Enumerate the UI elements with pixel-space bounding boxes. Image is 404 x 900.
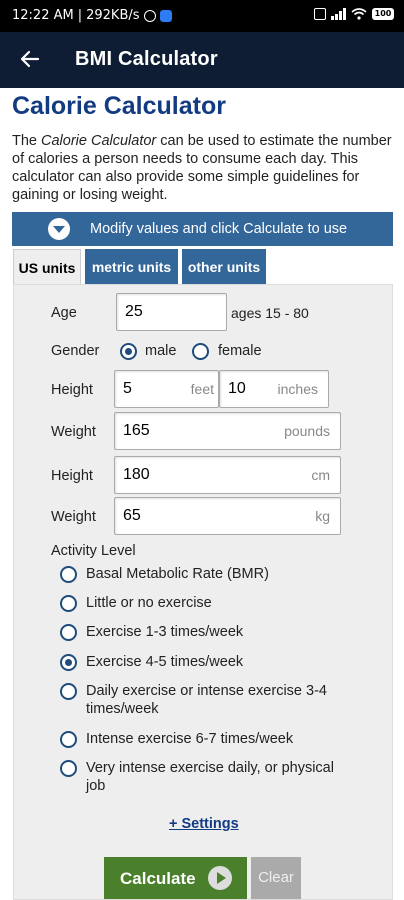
intro-paragraph: The Calorie Calculator can be used to es… <box>12 132 394 204</box>
height-inches-unit: inches <box>277 381 318 397</box>
back-arrow-icon[interactable] <box>18 47 42 71</box>
age-label: Age <box>51 305 77 321</box>
intro-prefix: The <box>12 133 42 149</box>
height-inches-input[interactable]: 10 inches <box>219 370 329 408</box>
settings-link[interactable]: + Settings <box>169 816 239 832</box>
calculator-form: Age 25 ages 15 - 80 Gender male female H… <box>13 284 393 900</box>
gender-female-label: female <box>218 343 262 359</box>
age-hint: ages 15 - 80 <box>231 305 309 321</box>
activity-radio-1-3[interactable] <box>60 624 77 641</box>
gender-male-label: male <box>145 343 177 359</box>
app-title: BMI Calculator <box>75 48 218 70</box>
weight-kg-unit: kg <box>315 508 330 524</box>
height-feet-unit: feet <box>190 381 214 397</box>
tab-us-units[interactable]: US units <box>13 249 81 285</box>
weight-us-label: Weight <box>51 424 96 440</box>
weight-kg-input[interactable]: 65 kg <box>114 497 341 535</box>
height-inches-value: 10 <box>228 380 246 397</box>
activity-label-very-intense: Very intense exercise daily, or physical… <box>86 760 334 794</box>
activity-label-daily: Daily exercise or intense exercise 3-4 t… <box>86 683 327 717</box>
tab-metric-units[interactable]: metric units <box>85 249 178 285</box>
age-input[interactable]: 25 <box>116 293 227 331</box>
activity-level-label: Activity Level <box>51 543 136 559</box>
modify-values-label: Modify values and click Calculate to use <box>90 221 348 237</box>
activity-label-bmr: Basal Metabolic Rate (BMR) <box>86 566 269 582</box>
gender-label: Gender <box>51 343 100 359</box>
chevron-down-icon <box>48 218 70 240</box>
modify-values-bar[interactable]: Modify values and click Calculate to use <box>12 212 393 246</box>
clear-button[interactable]: Clear <box>251 857 301 899</box>
height-us-label: Height <box>51 382 93 398</box>
calculate-button[interactable]: Calculate <box>104 857 247 899</box>
page-title: Calorie Calculator <box>12 92 226 120</box>
activity-label-1-3: Exercise 1-3 times/week <box>86 624 244 640</box>
sim-icon <box>314 8 326 20</box>
status-network-speed: 292KB/s <box>86 8 140 23</box>
activity-radio-very-intense[interactable] <box>60 760 77 777</box>
battery-icon: 100 <box>372 8 394 20</box>
status-separator: | <box>77 8 83 23</box>
weight-pounds-unit: pounds <box>284 423 330 439</box>
weight-pounds-value: 165 <box>123 422 150 439</box>
calculate-label: Calculate <box>120 869 196 888</box>
status-time: 12:22 AM <box>12 8 74 23</box>
play-icon <box>208 866 232 890</box>
activity-radio-little[interactable] <box>60 595 77 612</box>
height-cm-value: 180 <box>123 466 150 483</box>
height-cm-input[interactable]: 180 cm <box>114 456 341 494</box>
activity-label-4-5: Exercise 4-5 times/week <box>86 654 244 670</box>
weight-kg-value: 65 <box>123 507 141 524</box>
app-bar: BMI Calculator <box>0 32 404 88</box>
activity-radio-intense[interactable] <box>60 731 77 748</box>
signal-icon <box>331 8 346 20</box>
activity-label-little: Little or no exercise <box>86 595 212 611</box>
weight-pounds-input[interactable]: 165 pounds <box>114 412 341 450</box>
activity-radio-bmr[interactable] <box>60 566 77 583</box>
age-value: 25 <box>125 303 143 320</box>
activity-radio-4-5[interactable] <box>60 654 77 671</box>
intro-italic: Calorie Calculator <box>41 133 157 149</box>
activity-radio-daily[interactable] <box>60 683 77 700</box>
gender-male-radio[interactable] <box>120 343 137 360</box>
height-cm-unit: cm <box>311 467 330 483</box>
gender-female-radio[interactable] <box>192 343 209 360</box>
app-notification-icon <box>159 9 172 22</box>
status-bar: 12:22 AM | 292KB/s 100 <box>0 0 404 32</box>
height-feet-input[interactable]: 5 feet <box>114 370 219 408</box>
height-feet-value: 5 <box>123 380 132 397</box>
activity-label-intense: Intense exercise 6-7 times/week <box>86 731 294 747</box>
tab-other-units[interactable]: other units <box>182 249 266 285</box>
wifi-icon <box>351 8 367 20</box>
height-metric-label: Height <box>51 468 93 484</box>
alarm-icon <box>143 9 156 22</box>
weight-metric-label: Weight <box>51 509 96 525</box>
